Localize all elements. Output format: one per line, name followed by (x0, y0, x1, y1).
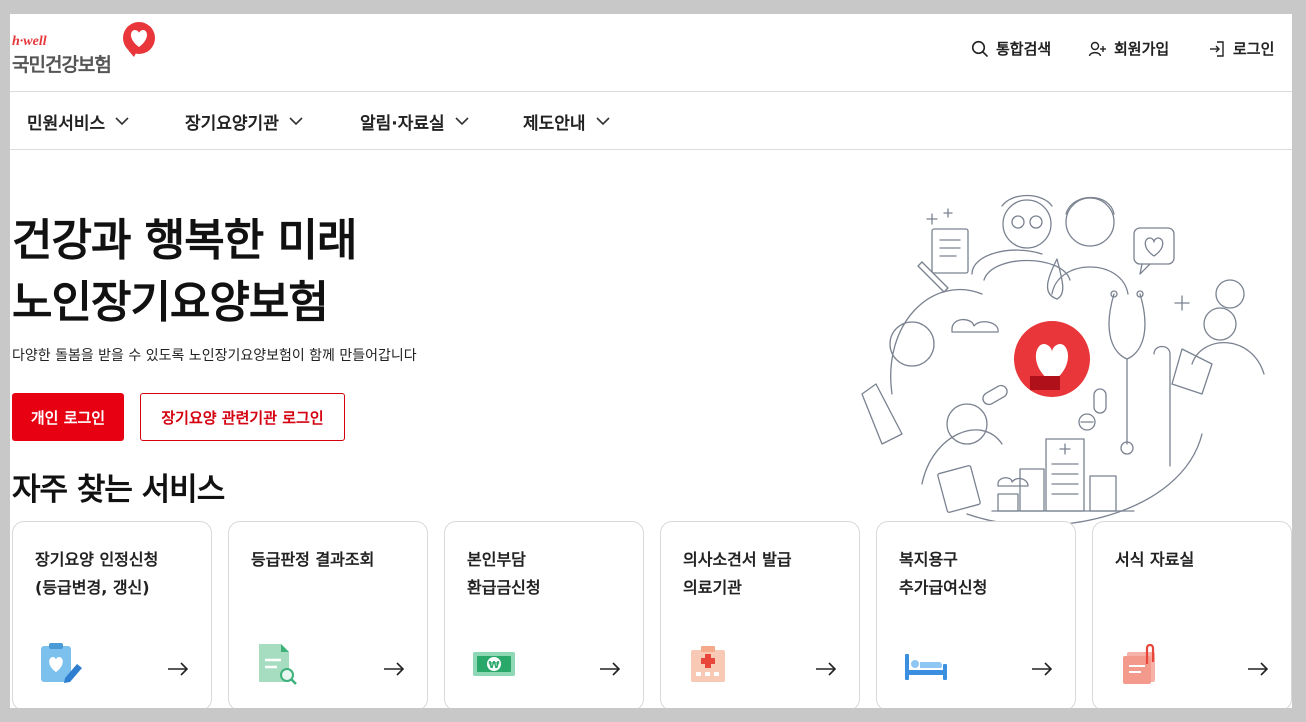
chevron-down-icon (115, 117, 129, 126)
nav-item-care-institution[interactable]: 장기요양기관 (185, 109, 303, 134)
card-title: 본인부담 환급금신청 (467, 550, 541, 597)
logo[interactable]: h·well 국민건강보험 (12, 20, 162, 80)
personal-login-button[interactable]: 개인 로그인 (12, 393, 124, 441)
institution-login-button[interactable]: 장기요양 관련기관 로그인 (140, 393, 345, 441)
join-link[interactable]: 회원가입 (1088, 38, 1169, 59)
bed-icon (905, 654, 947, 680)
hero-title-line: 건강과 행복한 미래 (12, 215, 357, 266)
arrow-right-icon (1032, 662, 1053, 676)
heart-logo-icon (123, 22, 155, 57)
svg-text:₩: ₩ (488, 660, 499, 671)
nav-item-system-guide[interactable]: 제도안내 (523, 109, 610, 134)
logo-name: 국민건강보험 (12, 54, 112, 76)
service-card-medical-institution[interactable]: 의사소견서 발급 의료기관 (660, 521, 860, 708)
integrated-search-link[interactable]: 통합검색 (971, 38, 1051, 59)
service-card-care-application[interactable]: 장기요양 인정신청 (등급변경, 갱신) (12, 521, 212, 708)
service-card-welfare-equipment[interactable]: 복지용구 추가급여신청 (876, 521, 1076, 708)
arrow-right-icon (168, 662, 189, 676)
hospital-icon (691, 646, 725, 682)
main-nav: 민원서비스 장기요양기관 알림·자료실 제도안내 (10, 92, 1292, 150)
header: h·well 국민건강보험 통합검색 회원가입 로그인 (10, 14, 1292, 92)
hero-title: 건강과 행복한 미래 노인장기요양보험 (12, 210, 357, 334)
nav-item-label: 제도안내 (523, 114, 586, 134)
clipboard-heart-icon (41, 643, 82, 683)
arrow-right-icon (1248, 662, 1269, 676)
logo-brand: h·well (12, 34, 47, 49)
card-title: 의사소견서 발급 의료기관 (683, 550, 792, 597)
join-label: 회원가입 (1114, 40, 1170, 58)
search-icon (971, 40, 988, 57)
nav-item-notice-library[interactable]: 알림·자료실 (360, 109, 469, 134)
chevron-down-icon (455, 117, 469, 126)
arrow-right-icon (384, 662, 405, 676)
login-link[interactable]: 로그인 (1208, 38, 1274, 59)
page: h·well 국민건강보험 통합검색 회원가입 로그인 민원서비스 장기요양기관… (10, 14, 1292, 708)
services-title: 자주 찾는 서비스 (12, 472, 225, 508)
service-card-refund[interactable]: 본인부담 환급금신청 ₩ (444, 521, 644, 708)
service-card-grade-result[interactable]: 등급판정 결과조회 (228, 521, 428, 708)
arrow-right-icon (600, 662, 621, 676)
login-icon (1210, 40, 1224, 57)
search-label: 통합검색 (996, 40, 1052, 58)
hero-description: 다양한 돌봄을 받을 수 있도록 노인장기요양보험이 함께 만들어갑니다 (12, 348, 417, 364)
login-label: 로그인 (1233, 40, 1275, 58)
user-add-icon (1088, 41, 1106, 56)
card-title: 서식 자료실 (1115, 550, 1195, 569)
nav-item-label: 민원서비스 (27, 114, 106, 134)
service-card-form-library[interactable]: 서식 자료실 (1092, 521, 1292, 708)
nav-item-label: 알림·자료실 (360, 114, 445, 134)
card-title: 등급판정 결과조회 (251, 550, 375, 569)
nav-item-label: 장기요양기관 (185, 114, 279, 134)
card-title: 장기요양 인정신청 (등급변경, 갱신) (35, 550, 159, 597)
card-title: 복지용구 추가급여신청 (899, 550, 988, 597)
arrow-right-icon (816, 662, 837, 676)
nav-item-civil-service[interactable]: 민원서비스 (27, 109, 129, 134)
chevron-down-icon (289, 117, 303, 126)
hero-title-line: 노인장기요양보험 (12, 277, 329, 328)
won-money-icon: ₩ (473, 652, 515, 676)
paper-clip-file-icon (1123, 643, 1155, 684)
document-search-icon (259, 644, 297, 685)
elderly-care-illustration (861, 194, 1265, 524)
chevron-down-icon (595, 117, 610, 126)
